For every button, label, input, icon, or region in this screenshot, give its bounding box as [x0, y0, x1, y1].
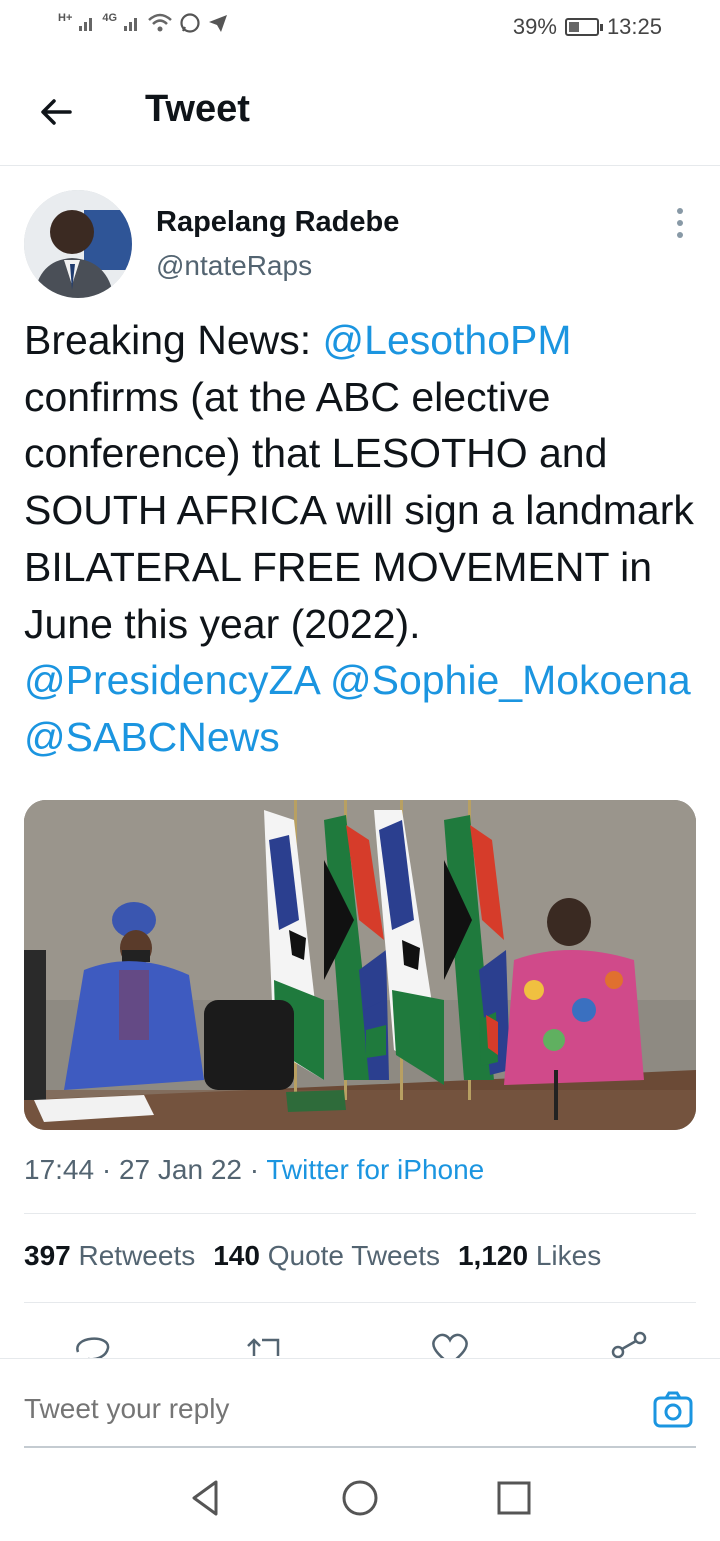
camera-icon [653, 1391, 693, 1428]
page-title: Tweet [145, 88, 250, 130]
meta-separator: · [94, 1154, 119, 1185]
camera-button[interactable] [652, 1389, 694, 1431]
system-nav-bar [0, 1448, 720, 1541]
nav-back-button[interactable] [186, 1478, 226, 1518]
mention-link[interactable]: @PresidencyZA [24, 657, 319, 703]
more-dot [677, 220, 683, 226]
retweets-stat[interactable]: 397 Retweets [24, 1240, 195, 1271]
tweet-text: Breaking News: @LesothoPM confirms (at t… [24, 312, 704, 766]
more-dot [677, 232, 683, 238]
tweet-date[interactable]: 27 Jan 22 [119, 1154, 242, 1185]
like-icon [432, 1333, 468, 1358]
divider [24, 1213, 696, 1214]
tweet-time[interactable]: 17:44 [24, 1154, 94, 1185]
mention-link[interactable]: @Sophie_Mokoena [330, 657, 691, 703]
network-type-label: H+ [58, 12, 73, 24]
more-options-button[interactable] [670, 208, 690, 238]
network-type-label-2: 4G [102, 12, 118, 24]
back-button[interactable] [30, 86, 82, 138]
meta-separator: · [241, 1154, 267, 1185]
reply-composer [0, 1358, 720, 1448]
nav-home-icon [342, 1480, 378, 1516]
avatar-image [24, 190, 132, 298]
avatar[interactable] [24, 190, 132, 298]
photo-signing-ceremony [24, 800, 696, 1130]
reply-input[interactable] [24, 1393, 584, 1425]
likes-count: 1,120 [457, 1240, 529, 1271]
nav-home-button[interactable] [340, 1478, 380, 1518]
tweet-text-part [319, 657, 330, 703]
tweet-text-part: Breaking News: [24, 317, 323, 363]
nav-back-icon [192, 1480, 218, 1516]
battery-icon [564, 18, 603, 36]
whatsapp-icon [180, 13, 200, 33]
mention-link[interactable]: @LesothoPM [323, 317, 572, 363]
like-button[interactable] [428, 1330, 472, 1358]
battery-percent: 39% [512, 14, 557, 39]
likes-stat[interactable]: 1,120 Likes [458, 1240, 601, 1271]
retweets-count: 397 [24, 1240, 71, 1271]
retweets-label: Retweets [78, 1240, 196, 1271]
status-bar: H+ 4G 39% 13:25 [0, 0, 720, 56]
author-handle[interactable]: @ntateRaps [156, 250, 312, 282]
mention-link[interactable]: @SABCNews [24, 714, 280, 760]
top-app-bar: Tweet [0, 56, 720, 166]
signal-icon [79, 18, 93, 31]
share-button[interactable] [608, 1330, 652, 1358]
back-arrow-icon [41, 99, 72, 125]
likes-label: Likes [535, 1240, 602, 1271]
more-vertical-icon [677, 208, 683, 214]
retweet-icon [247, 1338, 280, 1356]
signal-icon-2 [124, 18, 138, 31]
reply-button[interactable] [70, 1330, 114, 1358]
share-icon [611, 1331, 647, 1358]
tweet-source-link[interactable]: Twitter for iPhone [266, 1154, 484, 1185]
tweet-text-part: confirms (at the ABC elective conference… [24, 373, 694, 647]
quote-tweets-stat[interactable]: 140 Quote Tweets [213, 1240, 440, 1271]
status-indicators: H+ 4G [58, 12, 229, 34]
wifi-icon [148, 13, 172, 32]
author-name[interactable]: Rapelang Radebe [156, 206, 399, 239]
tweet-action-bar [0, 1330, 720, 1358]
tweet-author: Rapelang Radebe @ntateRaps [24, 190, 696, 300]
quote-tweets-count: 140 [213, 1240, 260, 1271]
quote-tweets-label: Quote Tweets [267, 1240, 440, 1271]
clock: 13:25 [606, 14, 662, 39]
retweet-button[interactable] [244, 1330, 288, 1358]
tweet-media-photo[interactable] [24, 800, 696, 1130]
tweet-stats: 397 Retweets 140 Quote Tweets 1,120 Likes [24, 1240, 601, 1272]
divider [24, 1302, 696, 1303]
nav-recents-button[interactable] [494, 1478, 534, 1518]
tweet-timestamp: 17:44 · 27 Jan 22 · Twitter for iPhone [24, 1154, 484, 1186]
telegram-icon [209, 15, 228, 32]
status-right: 39% 13:25 [513, 14, 662, 40]
reply-icon [76, 1337, 110, 1358]
nav-recents-icon [497, 1481, 531, 1515]
